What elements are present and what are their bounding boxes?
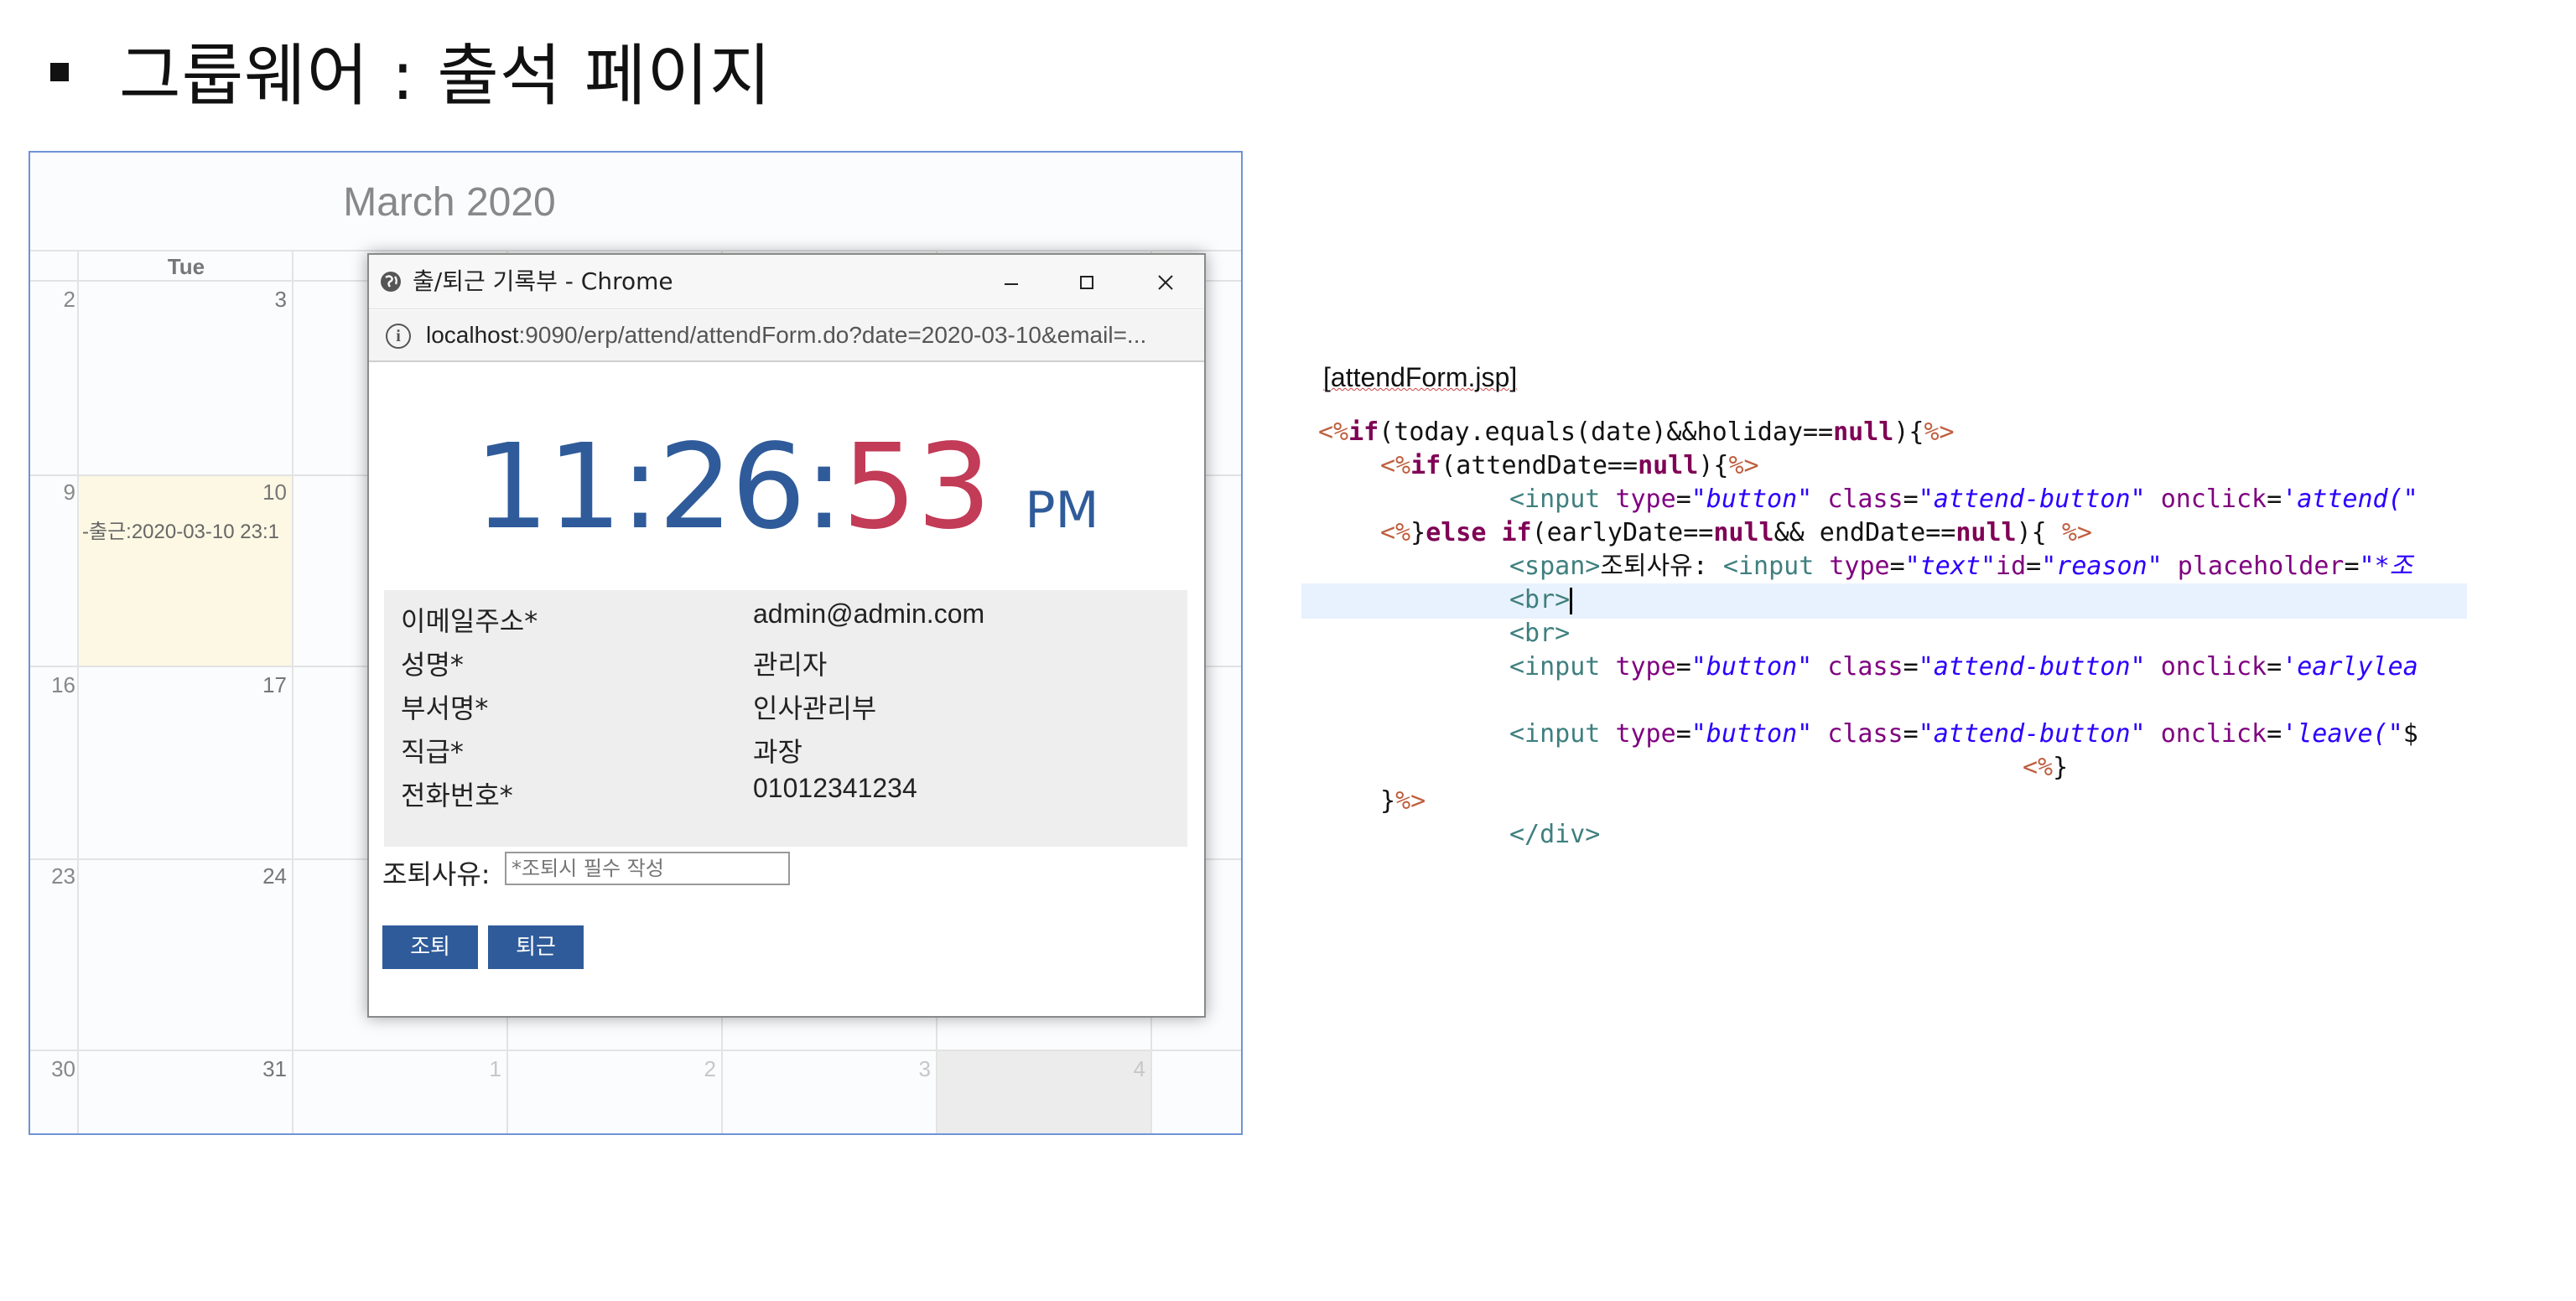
code-line: <%}else if(earlyDate==null&& endDate==nu…	[1380, 518, 2092, 547]
early-leave-reason-input[interactable]	[505, 852, 790, 885]
code-line: <input type="button" class="attend-butto…	[1509, 485, 2418, 514]
department-label: 부서명*	[401, 692, 489, 724]
calendar-day[interactable]: 31	[240, 1056, 287, 1082]
clock-hours-minutes: 11:26:	[474, 419, 844, 556]
code-line: <input type="button" class="attend-butto…	[1509, 652, 2418, 682]
window-title: 출/퇴근 기록부 - Chrome	[413, 267, 673, 295]
day-header-tue: Tue	[167, 254, 205, 279]
phone-label: 전화번호*	[401, 780, 513, 811]
close-button[interactable]	[1140, 255, 1191, 308]
calendar-day-other-month[interactable]: 2	[669, 1056, 716, 1082]
position-value: 과장	[753, 737, 802, 767]
code-line: <br>	[1509, 583, 1573, 617]
clock-ampm: PM	[1025, 481, 1099, 540]
week-number: 9	[63, 479, 75, 505]
leave-work-button[interactable]: 퇴근	[488, 925, 584, 969]
url-host: localhost	[426, 322, 519, 348]
name-value: 관리자	[753, 650, 828, 680]
code-line: <span>조퇴사유: <input type="text"id="reason…	[1509, 552, 2413, 581]
calendar-day-other-month[interactable]: 1	[454, 1056, 501, 1082]
week-number: 23	[51, 863, 75, 889]
early-leave-button[interactable]: 조퇴	[382, 925, 478, 969]
attendance-event[interactable]: -출근:2020-03-10 23:1	[82, 515, 290, 544]
maximize-icon	[1080, 275, 1093, 289]
email-label: 이메일주소*	[401, 605, 538, 637]
slide-title: 그룹웨어 : 출석 페이지	[50, 29, 772, 115]
calendar-day-other-month[interactable]: 3	[884, 1056, 931, 1082]
digital-clock: 11:26:53 PM	[369, 419, 1204, 556]
calendar-month-title: March 2020	[343, 180, 556, 225]
phone-value: 01012341234	[753, 773, 917, 803]
employee-info-box: 이메일주소* admin@admin.com 성명* 관리자 부서명* 인사관리…	[384, 590, 1187, 847]
url-path: :9090/erp/attend/attendForm.do?date=2020…	[518, 322, 1147, 348]
slide-title-text: 그룹웨어 : 출석 페이지	[119, 37, 772, 115]
clock-seconds: 53	[842, 419, 992, 556]
calendar-day[interactable]: 3	[240, 287, 287, 313]
globe-icon	[381, 272, 401, 292]
window-titlebar[interactable]: 출/퇴근 기록부 - Chrome	[369, 255, 1204, 309]
code-line: <%if(attendDate==null){%>	[1380, 451, 1759, 480]
week-number: 30	[51, 1056, 75, 1081]
address-bar[interactable]: i localhost:9090/erp/attend/attendForm.d…	[369, 310, 1204, 362]
calendar-day[interactable]: 24	[240, 863, 287, 889]
calendar-divider	[77, 250, 79, 1133]
calendar-divider	[292, 250, 293, 1133]
calendar-divider	[30, 1050, 1241, 1051]
bullet-icon	[50, 63, 69, 81]
code-line: <br>	[1509, 619, 1571, 648]
code-filename: [attendForm.jsp]	[1323, 362, 1518, 392]
code-line: <%if(today.equals(date)&&holiday==null){…	[1318, 417, 1955, 447]
url-text[interactable]: localhost:9090/erp/attend/attendForm.do?…	[426, 310, 1146, 360]
position-label: 직급*	[401, 736, 464, 768]
week-number: 2	[63, 287, 75, 312]
text-cursor	[1570, 587, 1573, 614]
email-value: admin@admin.com	[753, 599, 985, 629]
close-icon	[1158, 274, 1173, 290]
calendar-day[interactable]: 17	[240, 672, 287, 698]
calendar-day[interactable]: 10	[240, 479, 287, 505]
maximize-button[interactable]	[1062, 255, 1112, 308]
code-editor[interactable]: <%if(today.equals(date)&&holiday==null){…	[1301, 416, 2467, 885]
week-number: 16	[51, 672, 75, 697]
code-line: </div>	[1509, 820, 1601, 849]
name-label: 성명*	[401, 649, 464, 681]
code-caption: [attendForm.jsp]	[1323, 362, 1517, 393]
calendar-day-other-month[interactable]: 4	[1098, 1056, 1145, 1082]
current-line-highlight	[1301, 583, 2467, 619]
early-leave-reason-label: 조퇴사유:	[382, 858, 491, 890]
code-line: }%>	[1380, 786, 1426, 816]
info-icon[interactable]: i	[386, 324, 411, 349]
attendance-popup-window: 출/퇴근 기록부 - Chrome i localhost:9090/erp/a…	[367, 253, 1206, 1018]
minimize-icon	[1005, 282, 1018, 285]
code-line: <input type="button" class="attend-butto…	[1509, 719, 2418, 749]
minimize-button[interactable]	[986, 255, 1036, 308]
code-line: <%}	[2023, 753, 2069, 782]
department-value: 인사관리부	[753, 693, 877, 723]
